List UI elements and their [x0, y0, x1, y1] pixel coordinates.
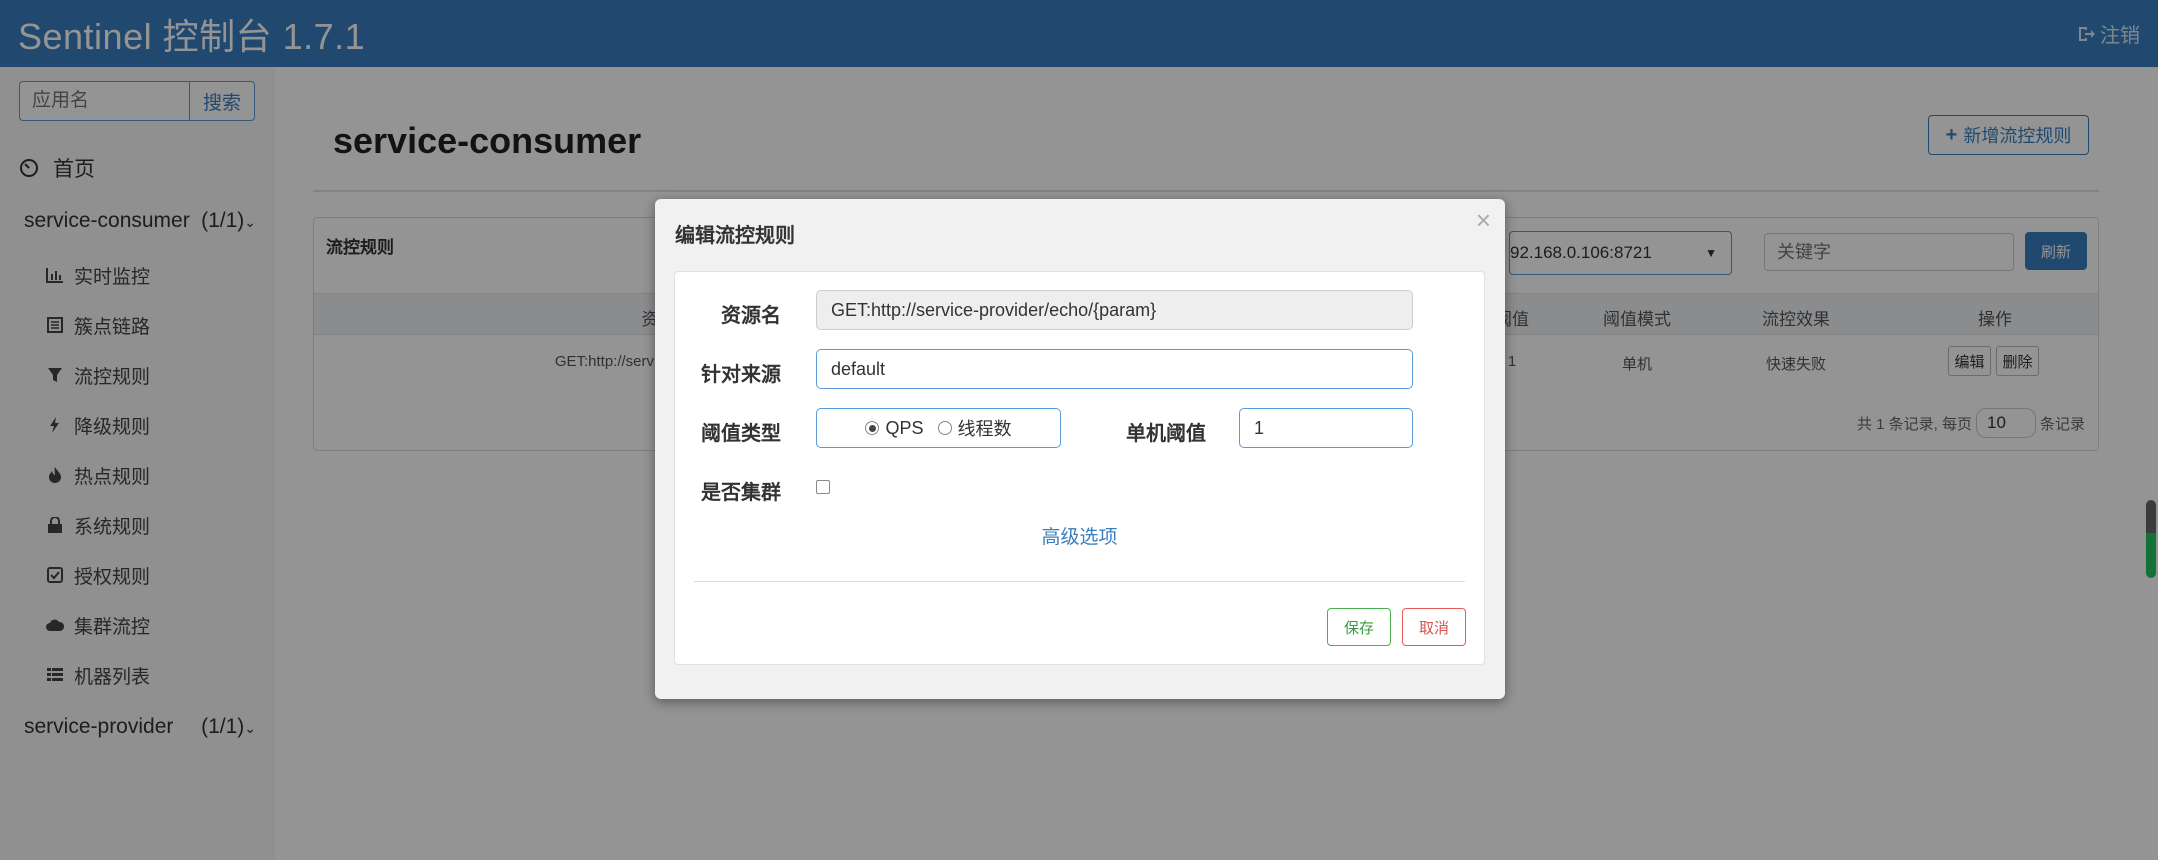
radio-thread-label: 线程数: [957, 419, 1012, 439]
radio-thread-dot[interactable]: [937, 421, 952, 435]
radio-thread-count[interactable]: 线程数: [937, 415, 1012, 441]
grade-label: 阈值类型: [701, 423, 781, 445]
resource-name-input[interactable]: GET:http://service-provider/echo/{param}: [816, 290, 1413, 330]
advanced-options-link[interactable]: 高级选项: [675, 522, 1484, 549]
dialog-form: 资源名 GET:http://service-provider/echo/{pa…: [674, 271, 1485, 665]
resource-label: 资源名: [721, 305, 781, 327]
close-icon[interactable]: ×: [1476, 205, 1491, 236]
radio-qps[interactable]: QPS: [865, 417, 924, 439]
count-input[interactable]: 1: [1239, 408, 1413, 448]
dialog-divider: [694, 581, 1465, 582]
save-button[interactable]: 保存: [1327, 608, 1391, 646]
origin-label: 针对来源: [701, 364, 781, 386]
cancel-button[interactable]: 取消: [1402, 608, 1466, 646]
count-label: 单机阈值: [1126, 423, 1206, 445]
grade-radio-group: QPS 线程数: [816, 408, 1061, 448]
cluster-label: 是否集群: [701, 482, 781, 504]
radio-qps-dot[interactable]: [865, 421, 880, 435]
cluster-checkbox[interactable]: [816, 480, 830, 494]
dialog-title: 编辑流控规则: [675, 225, 795, 247]
radio-qps-label: QPS: [885, 417, 924, 438]
origin-input[interactable]: default: [816, 349, 1413, 389]
edit-flow-rule-dialog: 编辑流控规则 × 资源名 GET:http://service-provider…: [655, 199, 1505, 699]
